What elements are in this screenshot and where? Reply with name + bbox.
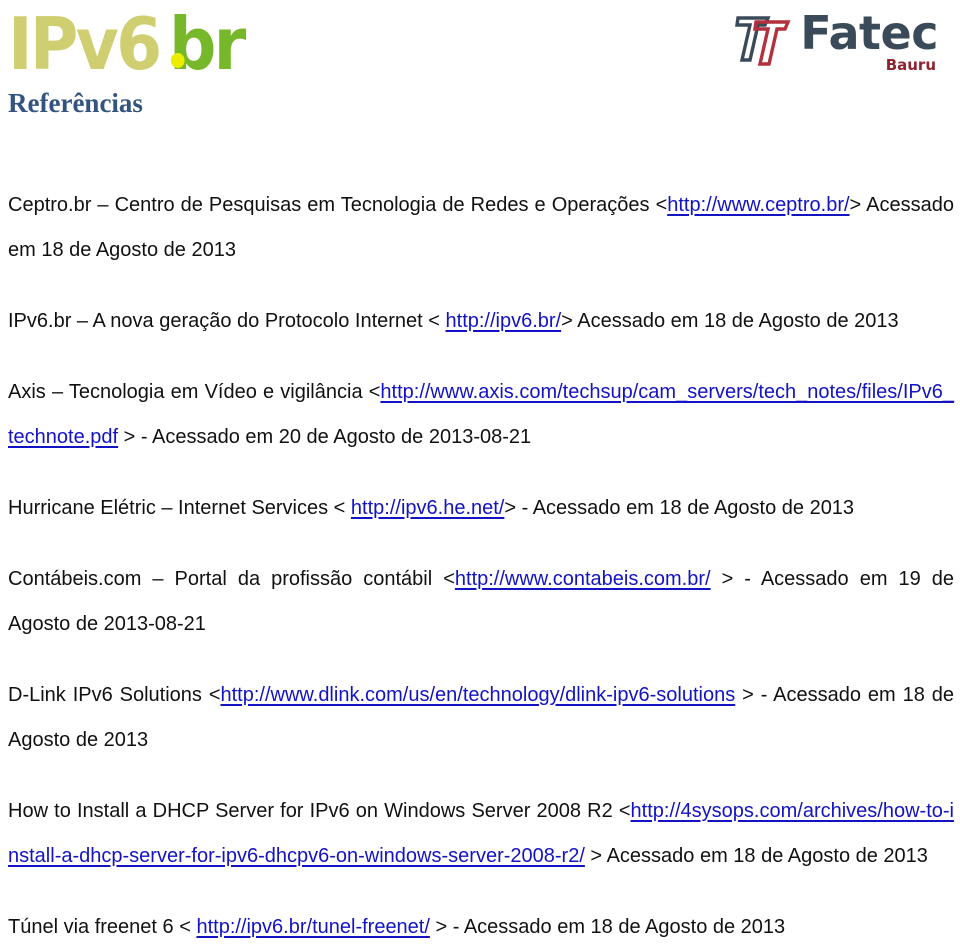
reference-text: Contábeis.com – Portal da profissão cont…	[8, 568, 455, 590]
reference-entry-contabeis: Contábeis.com – Portal da profissão cont…	[8, 557, 954, 647]
document-header: IPv6 br Fatec Bauru	[0, 0, 960, 92]
ipv6-logo-tld: br	[169, 8, 246, 80]
ipv6-logo-tld-text: br	[168, 2, 246, 86]
reference-link[interactable]: http://ipv6.he.net/	[351, 497, 504, 519]
page-title: Referências	[8, 88, 143, 118]
reference-entry-axis: Axis – Tecnologia em Vídeo e vigilância …	[8, 370, 954, 460]
ipv6-logo-text: IPv6	[8, 2, 162, 86]
fatec-campus-text: Bauru	[885, 56, 936, 74]
fatec-wordmark: Fatec Bauru	[800, 10, 938, 73]
reference-entry-ceptro: Ceptro.br – Centro de Pesquisas em Tecno…	[8, 183, 954, 273]
ipv6-br-logo: IPv6 br	[8, 8, 250, 86]
reference-link[interactable]: http://www.contabeis.com.br/	[455, 568, 711, 590]
references-list: Ceptro.br – Centro de Pesquisas em Tecno…	[8, 183, 954, 950]
reference-text: IPv6.br – A nova geração do Protocolo In…	[8, 310, 446, 332]
fatec-name-text: Fatec	[800, 6, 938, 60]
reference-text: > Acessado em 18 de Agosto de 2013	[561, 310, 899, 332]
reference-entry-hurricane: Hurricane Elétric – Internet Services < …	[8, 486, 954, 531]
reference-entry-4sysops: How to Install a DHCP Server for IPv6 on…	[8, 789, 954, 879]
reference-link[interactable]: http://ipv6.br/	[446, 310, 562, 332]
reference-entry-dlink: D-Link IPv6 Solutions <http://www.dlink.…	[8, 673, 954, 763]
reference-entry-ipv6br: IPv6.br – A nova geração do Protocolo In…	[8, 299, 954, 344]
reference-text: Hurricane Elétric – Internet Services <	[8, 497, 351, 519]
fatec-mark-icon	[735, 16, 791, 66]
reference-text: Axis – Tecnologia em Vídeo e vigilância …	[8, 381, 381, 403]
reference-text: > - Acessado em 18 de Agosto de 2013	[504, 497, 855, 519]
reference-text: > - Acessado em 20 de Agosto de 2013-08-…	[118, 426, 532, 448]
fatec-bauru-logo: Fatec Bauru	[734, 10, 938, 86]
reference-text: D-Link IPv6 Solutions <	[8, 684, 221, 706]
reference-link[interactable]: http://www.ceptro.br/	[667, 194, 849, 216]
ipv6-logo-dot-icon	[170, 53, 185, 68]
reference-text: Ceptro.br – Centro de Pesquisas em Tecno…	[8, 194, 668, 216]
reference-text: How to Install a DHCP Server for IPv6 on…	[8, 800, 631, 822]
reference-link[interactable]: http://www.dlink.com/us/en/technology/dl…	[221, 684, 736, 706]
reference-entry-tunel-freenet: Túnel via freenet 6 < http://ipv6.br/tun…	[8, 905, 954, 950]
reference-text: > Acessado em 18 de Agosto de 2013	[584, 845, 928, 867]
